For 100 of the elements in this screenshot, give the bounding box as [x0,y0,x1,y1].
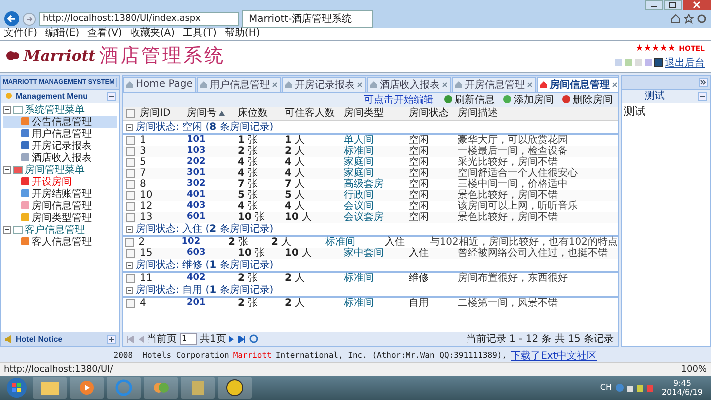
settings-icon[interactable] [697,14,707,24]
tree-item[interactable]: 开房结账管理 [3,188,117,200]
tree-item[interactable]: 酒店收入报表 [3,152,117,164]
column-header[interactable]: 房间ID [137,108,184,119]
logout-link[interactable]: 退出后台 [665,56,705,70]
row-checkbox[interactable] [126,146,134,156]
clock[interactable]: 9:45 2014/6/19 [658,378,707,397]
media-player-icon[interactable] [70,376,104,399]
row-checkbox[interactable] [124,238,134,247]
tab[interactable]: 开房记录报表 [282,76,366,92]
edit-hint-link[interactable]: 可点击开始编辑 [364,92,434,107]
refresh-icon[interactable] [249,334,260,344]
collapse-icon[interactable] [107,92,116,101]
close-icon[interactable] [272,82,278,88]
tab[interactable]: 用户信息管理 [196,76,281,92]
tree-item[interactable]: 开设房间 [3,176,117,188]
close-icon[interactable] [442,82,448,88]
close-icon[interactable] [612,82,618,88]
row-checkbox[interactable] [126,190,134,200]
toolbar-button[interactable]: 添加房间 [501,94,556,106]
collapse-group-icon[interactable] [126,226,133,233]
back-button[interactable] [4,11,20,27]
tree-folder[interactable]: 客户信息管理 [25,222,85,237]
tree-item[interactable]: 客人信息管理 [3,236,117,248]
row-checkbox[interactable] [126,168,134,178]
tree-item[interactable]: 房间类型管理 [3,212,117,224]
collapse-right-icon[interactable] [699,78,708,87]
close-button[interactable] [683,0,711,10]
star-icon[interactable] [684,14,694,24]
minimize-button[interactable] [645,0,663,10]
home-icon[interactable] [671,14,681,24]
tab[interactable]: 房间信息管理 [536,76,618,92]
menu-item[interactable]: 工具(T) [183,28,217,40]
tree-folder[interactable]: 系统管理菜单 [25,102,85,117]
row-checkbox[interactable] [126,136,134,145]
row-checkbox[interactable] [126,248,134,258]
menu-item[interactable]: 编辑(E) [46,28,80,40]
column-header[interactable]: 房间状态 [406,108,455,119]
minus-box-icon[interactable] [3,226,11,234]
column-header[interactable]: 房间类型 [341,108,406,119]
row-checkbox[interactable] [126,158,134,167]
expand-icon[interactable] [107,334,116,344]
row-checkbox[interactable] [126,180,134,189]
menu-item[interactable]: 查看(V) [88,28,122,40]
minus-box-icon[interactable] [3,166,11,174]
tab[interactable]: 酒店收入报表 [366,76,451,92]
previous-page-icon[interactable] [138,336,144,343]
theme-swatch[interactable] [655,59,662,66]
close-icon[interactable] [356,82,363,88]
menu-item[interactable]: 文件(F) [4,28,38,40]
menu-item[interactable]: 收藏夹(A) [130,28,175,40]
collapse-group-icon[interactable] [126,124,133,131]
theme-swatch[interactable] [615,59,622,66]
footer-link[interactable]: 下载了Ext中文社区 [511,348,598,363]
address-bar[interactable]: http://localhost:1380/UI/index.aspx [39,12,239,26]
next-page-icon[interactable] [229,336,236,343]
last-page-icon[interactable] [238,336,246,343]
collapse-icon[interactable] [698,92,707,101]
menu-item[interactable]: 帮助(H) [224,28,260,40]
page-field[interactable]: 1 [180,333,197,346]
column-header[interactable]: 床位数 [235,108,282,119]
first-page-icon[interactable] [127,336,135,343]
column-header[interactable]: 可住客人数 [282,108,341,119]
group-header: 房间状态: 维修 (1 条房间记录) [136,260,274,271]
folder-icon[interactable] [33,376,67,399]
table-cell-text: 2 人 [284,272,306,284]
collapse-group-icon[interactable] [126,286,133,294]
collapse-group-icon[interactable] [126,262,133,269]
tree-folder[interactable]: 房间管理菜单 [25,162,85,177]
theme-swatch[interactable] [635,59,642,66]
tree-item[interactable]: 房间信息管理 [3,200,117,212]
row-checkbox[interactable] [126,202,134,211]
toolbar-button[interactable]: 删除房间 [560,94,615,106]
editor-icon[interactable] [218,376,252,399]
tree-item[interactable]: 公告信息管理 [3,116,117,128]
browser-tab[interactable]: Marriott-酒店管理系统 [242,10,374,28]
row-checkbox[interactable] [126,274,134,283]
tree-item[interactable]: 开房记录报表 [3,140,117,152]
tree-item[interactable]: 用户信息管理 [3,128,117,140]
app-icon[interactable] [144,376,178,399]
theme-swatch[interactable] [625,59,632,66]
tray-icons[interactable] [614,382,655,393]
tab[interactable]: 开房信息管理 [452,76,536,92]
column-header[interactable]: 房间号 [184,108,235,119]
maximize-button[interactable] [664,0,682,10]
forward-button[interactable] [23,12,36,26]
minus-box-icon[interactable] [3,106,11,114]
input-language[interactable]: CH [600,383,612,392]
select-all-checkbox[interactable] [126,108,134,118]
table-cell-text: 高级套房 [343,178,385,190]
toolbar-button[interactable]: 刷新信息 [442,94,497,106]
zoom-level[interactable]: 100% [681,364,707,375]
table-cell-text: 201 [186,298,207,309]
close-icon[interactable] [526,82,533,88]
tab[interactable]: Home Page [123,76,196,92]
start-button[interactable] [4,376,30,400]
column-header[interactable]: 房间描述 [455,108,618,119]
row-checkbox[interactable] [126,298,134,308]
row-checkbox[interactable] [126,212,134,222]
theme-swatch[interactable] [645,59,652,66]
